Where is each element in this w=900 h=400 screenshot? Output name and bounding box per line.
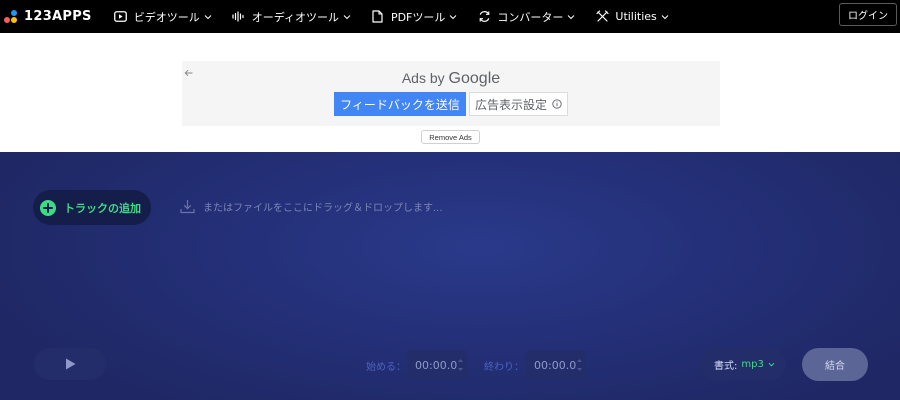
nav-item-label: ビデオツール <box>133 10 200 24</box>
convert-icon <box>477 10 491 24</box>
end-time-value: 00:00.0 <box>534 358 577 372</box>
remove-ads-button[interactable]: Remove Ads <box>421 130 480 144</box>
info-icon <box>552 99 562 109</box>
brand-logo[interactable]: 123APPS <box>4 0 92 33</box>
add-track-button[interactable]: トラックの追加 <box>33 190 151 225</box>
format-value: mp3 <box>741 358 764 370</box>
ads-by-google-label: Ads by Google <box>182 70 720 88</box>
format-label: 書式: <box>714 360 738 372</box>
logo-mark-icon <box>4 9 20 24</box>
nav-item-video-tools[interactable]: ビデオツール <box>114 0 212 33</box>
chevron-down-icon <box>661 13 669 21</box>
download-icon <box>180 199 195 214</box>
nav-item-label: コンバーター <box>497 10 564 24</box>
chevron-down-icon <box>449 13 457 21</box>
nav-item-converter[interactable]: コンバーター <box>477 0 575 33</box>
chevron-down-icon <box>768 361 775 368</box>
login-button[interactable]: ログイン <box>839 3 897 26</box>
format-select[interactable]: 書式: mp3 <box>700 348 786 380</box>
add-track-label: トラックの追加 <box>64 201 141 215</box>
logo-text: 123APPS <box>24 9 92 24</box>
ads-by-prefix: Ads by <box>401 70 449 86</box>
ad-banner: Ads by Google フィードバックを送信 広告表示設定 <box>182 61 720 126</box>
play-button[interactable] <box>34 348 106 380</box>
main-nav: ビデオツール オーディオツール PDFツール コンバーター Utilities <box>114 0 669 33</box>
nav-item-label: Utilities <box>615 10 657 23</box>
ad-settings-label: 広告表示設定 <box>474 97 547 112</box>
start-time-value: 00:00.0 <box>415 358 458 372</box>
file-drop-zone[interactable]: またはファイルをここにドラッグ＆ドロップします... <box>180 199 443 214</box>
top-navigation-bar: 123APPS ビデオツール オーディオツール PDFツール コンバーター Ut… <box>0 0 900 33</box>
nav-item-label: PDFツール <box>390 10 446 24</box>
waveform-icon <box>232 10 246 24</box>
end-time-label: 終わり： <box>484 362 524 373</box>
document-icon <box>371 10 385 24</box>
merge-button[interactable]: 結合 <box>802 348 868 381</box>
drop-hint-text: またはファイルをここにドラッグ＆ドロップします... <box>203 203 443 214</box>
chevron-down-icon <box>204 13 212 21</box>
editor-panel: トラックの追加 またはファイルをここにドラッグ＆ドロップします... 始める： … <box>0 152 900 400</box>
nav-item-utilities[interactable]: Utilities <box>595 0 669 33</box>
send-feedback-button[interactable]: フィードバックを送信 <box>334 92 466 116</box>
ad-settings-button[interactable]: 広告表示設定 <box>469 92 568 116</box>
video-icon <box>114 10 128 24</box>
play-icon <box>65 358 75 370</box>
plus-circle-icon <box>40 199 56 216</box>
time-stepper-icon[interactable] <box>458 358 463 372</box>
google-wordmark: Google <box>448 70 501 87</box>
nav-item-label: オーディオツール <box>251 10 339 24</box>
nav-item-audio-tools[interactable]: オーディオツール <box>232 0 351 33</box>
chevron-down-icon <box>343 13 351 21</box>
time-stepper-icon[interactable] <box>577 358 582 372</box>
chevron-down-icon <box>567 13 575 21</box>
start-time-label: 始める： <box>366 362 406 373</box>
end-time-input[interactable]: 00:00.0 <box>526 350 586 380</box>
tools-icon <box>595 10 609 24</box>
nav-item-pdf-tools[interactable]: PDFツール <box>371 0 457 33</box>
start-time-input[interactable]: 00:00.0 <box>407 350 467 380</box>
